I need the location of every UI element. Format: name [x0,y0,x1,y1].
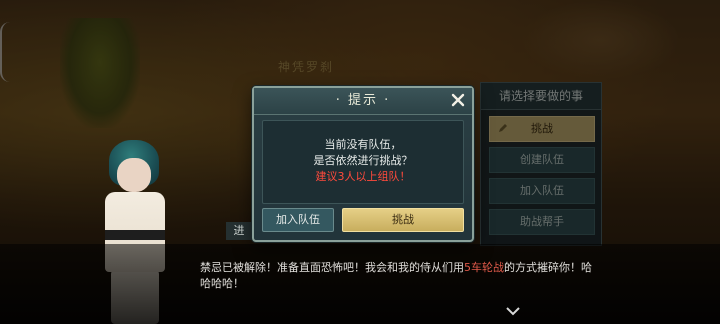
dialogue-part1: 禁忌已被解除！准备直面恐怖吧！我会和我的侍从们用 [200,261,464,274]
character-face [117,158,151,192]
character-belt [105,230,165,240]
close-icon[interactable] [450,92,466,108]
hidden-tab: 进 [226,222,252,240]
dialog-message-line2: 是否依然进行挑战？ [313,154,413,167]
prompt-dialog: · 提示 · 当前没有队伍， 是否依然进行挑战？ 建议3人以上组队！ 加入队伍 … [252,86,474,242]
dialogue-text: 禁忌已被解除！准备直面恐怖吧！我会和我的侍从们用5车轮战的方式摧碎你！哈哈哈哈！ [200,260,600,292]
dialog-message-box: 当前没有队伍， 是否依然进行挑战？ 建议3人以上组队！ [262,120,464,204]
join-team-button[interactable]: 加入队伍 [262,208,334,232]
challenge-button[interactable]: 挑战 [342,208,464,232]
dialogue-highlight: 5车轮战 [464,261,504,274]
dialog-message-line1: 当前没有队伍， [324,138,402,151]
dialog-title: · 提示 · [335,93,391,108]
dialog-warning: 建议3人以上组队！ [315,170,411,183]
chevron-down-icon[interactable] [506,306,520,316]
